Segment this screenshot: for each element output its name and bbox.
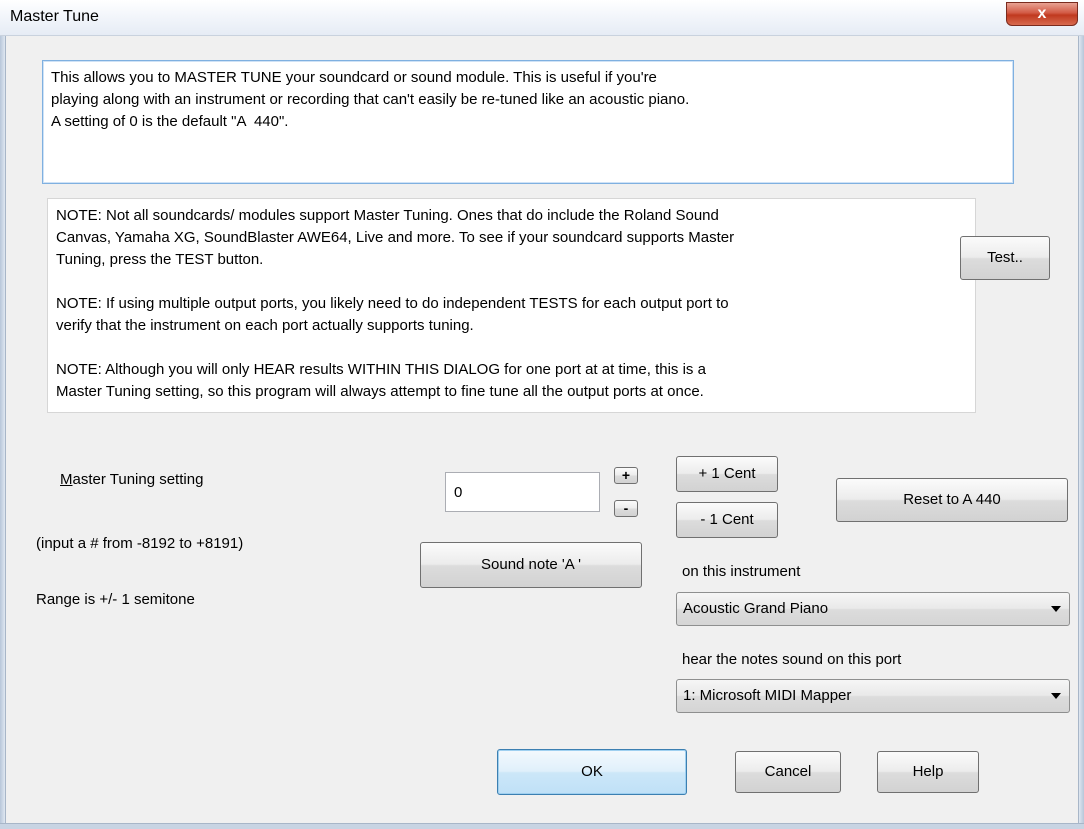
ok-button-label: OK: [581, 763, 603, 780]
decrement-button[interactable]: -: [614, 500, 638, 517]
cancel-button-label: Cancel: [764, 763, 812, 780]
reset-to-a440-button[interactable]: Reset to A 440: [836, 478, 1068, 522]
increment-button[interactable]: +: [614, 467, 638, 484]
instrument-label: on this instrument: [682, 563, 801, 580]
chevron-down-icon: [1051, 693, 1061, 699]
window-frame-bottom: [0, 823, 1084, 829]
instrument-selected-value: Acoustic Grand Piano: [683, 600, 829, 617]
close-icon: x: [1037, 5, 1047, 22]
master-tuning-label-mnemonic: M: [60, 471, 73, 488]
minus-one-cent-label: - 1 Cent: [700, 511, 754, 528]
reset-button-label: Reset to A 440: [903, 491, 1001, 508]
minus-icon: -: [623, 500, 629, 516]
window-frame-right: [1078, 36, 1084, 823]
notes-textbox[interactable]: NOTE: Not all soundcards/ modules suppor…: [47, 198, 976, 413]
port-selected-value: 1: Microsoft MIDI Mapper: [683, 687, 852, 704]
help-button[interactable]: Help: [877, 751, 979, 793]
sound-note-button[interactable]: Sound note 'A ': [420, 542, 642, 588]
window-title: Master Tune: [10, 8, 99, 25]
semitone-range-hint: Range is +/- 1 semitone: [36, 591, 195, 608]
master-tuning-input[interactable]: [445, 472, 600, 512]
master-tuning-label: Master Tuning setting: [60, 471, 203, 488]
help-button-label: Help: [912, 763, 944, 780]
plus-one-cent-button[interactable]: + 1 Cent: [676, 456, 778, 492]
master-tuning-label-text: aster Tuning setting: [72, 471, 204, 488]
cancel-button[interactable]: Cancel: [735, 751, 841, 793]
minus-one-cent-button[interactable]: - 1 Cent: [676, 502, 778, 538]
description-textbox[interactable]: This allows you to MASTER TUNE your soun…: [42, 60, 1014, 184]
plus-one-cent-label: + 1 Cent: [698, 465, 756, 482]
title-bar: [0, 0, 1084, 36]
port-select[interactable]: 1: Microsoft MIDI Mapper: [676, 679, 1070, 713]
input-range-hint: (input a # from -8192 to +8191): [36, 535, 244, 552]
sound-note-label: Sound note 'A ': [481, 556, 581, 573]
chevron-down-icon: [1051, 606, 1061, 612]
test-button-label: Test..: [987, 249, 1023, 266]
close-button[interactable]: x: [1006, 2, 1078, 26]
window-frame-left: [0, 36, 6, 823]
ok-button[interactable]: OK: [497, 749, 687, 795]
port-label: hear the notes sound on this port: [682, 651, 902, 668]
plus-icon: +: [621, 467, 631, 483]
instrument-select[interactable]: Acoustic Grand Piano: [676, 592, 1070, 626]
test-button[interactable]: Test..: [960, 236, 1050, 280]
